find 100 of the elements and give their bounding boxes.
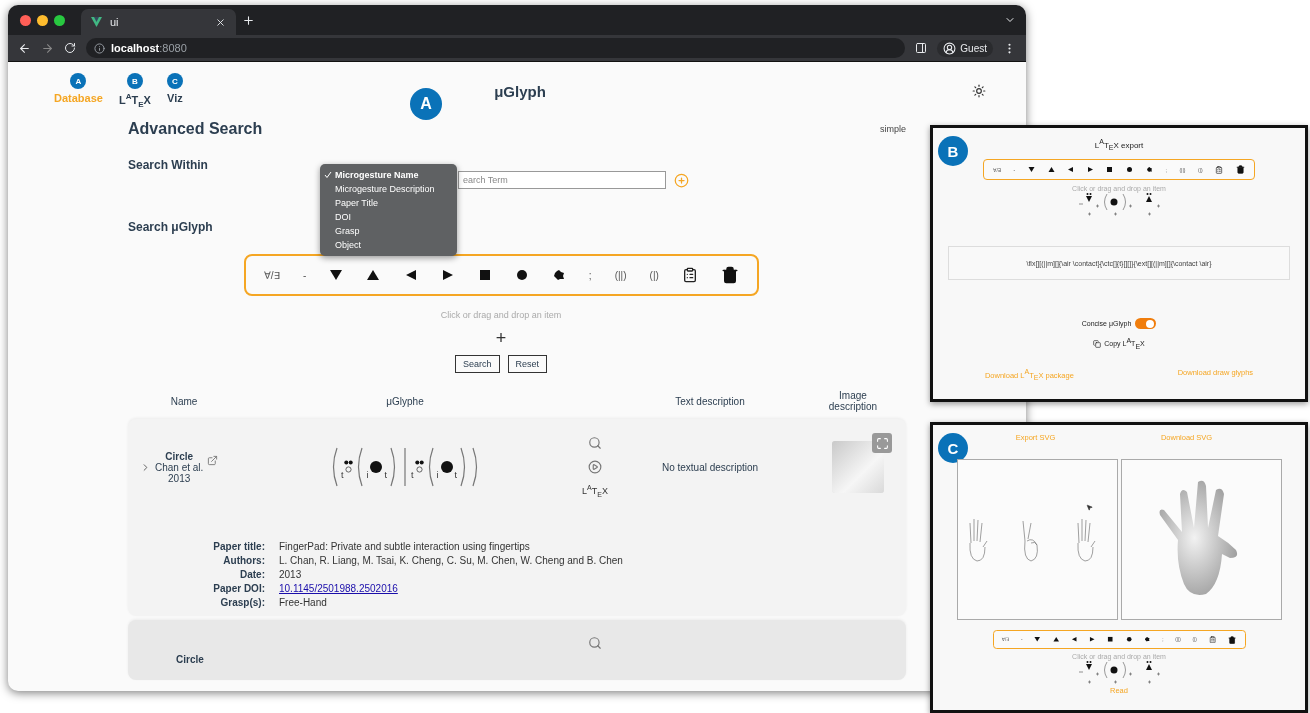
detail-label: Paper DOI: (212, 583, 265, 594)
circle-icon[interactable] (514, 268, 529, 282)
mode-link[interactable]: simple (880, 124, 906, 134)
triangle-right-icon[interactable] (1089, 636, 1096, 643)
minimize-window-button[interactable] (37, 14, 48, 26)
text-description: No textual description (660, 461, 760, 473)
blob-icon[interactable] (1143, 636, 1151, 643)
circle-icon[interactable] (1125, 636, 1133, 643)
nav-label: L$^{A}$T$_{E}$X (118, 92, 151, 109)
menu-item[interactable]: Grasp (320, 224, 457, 238)
glyph-subscript: t (340, 470, 344, 480)
trash-icon[interactable] (721, 266, 739, 284)
zoom-window-button[interactable] (54, 14, 65, 26)
doi-link[interactable]: 10.1145/2501988.2502016 (279, 583, 398, 594)
dots-ring-icon (414, 460, 424, 474)
back-icon[interactable] (18, 41, 31, 55)
close-icon[interactable] (215, 16, 226, 28)
triangle-up-icon[interactable] (1052, 636, 1059, 643)
add-item-button[interactable]: + (495, 328, 507, 349)
forward-icon[interactable] (41, 41, 54, 55)
palette-symbol[interactable]: ; (588, 269, 592, 281)
gesture-name: Circle (176, 654, 204, 665)
sun-icon[interactable] (972, 84, 986, 98)
detail-value: 2013 (279, 569, 303, 580)
search-button[interactable]: Search (454, 355, 500, 373)
browser-tab[interactable]: ui (81, 9, 236, 35)
nav-link[interactable]: B L$^{A}$T$_{E}$X (118, 73, 151, 109)
marker-badge: C (938, 433, 968, 463)
address-bar[interactable]: localhost:8080 (86, 38, 906, 58)
blob-icon[interactable] (551, 268, 566, 282)
clipboard-icon[interactable] (1208, 635, 1216, 644)
info-icon[interactable] (94, 42, 105, 54)
triangle-down-icon[interactable] (329, 268, 344, 282)
trash-icon[interactable] (1235, 165, 1245, 175)
palette-symbol[interactable]: - (303, 269, 307, 281)
triangle-down-icon[interactable] (1027, 166, 1035, 174)
triangle-left-icon[interactable] (1070, 636, 1078, 643)
palette-symbol[interactable]: (||) (614, 269, 627, 281)
square-icon[interactable] (477, 268, 492, 282)
expand-button[interactable] (872, 433, 892, 453)
profile-button[interactable]: Guest (937, 39, 993, 57)
side-panel-icon[interactable] (915, 42, 928, 54)
check-icon (324, 170, 332, 179)
nav-link[interactable]: A Database (54, 73, 103, 105)
reset-button[interactable]: Reset (507, 355, 547, 373)
clipboard-icon[interactable] (681, 267, 698, 283)
section-heading: Advanced Search (128, 120, 263, 138)
marker-badge: A (70, 73, 87, 90)
close-window-button[interactable] (20, 14, 31, 26)
clipboard-icon[interactable] (1215, 165, 1224, 174)
authors-text: Chan et al. (155, 461, 204, 473)
close-bracket-icon (390, 447, 398, 487)
drop-hint: Click or drag and drop an item (440, 310, 562, 320)
triangle-up-icon[interactable] (366, 268, 381, 282)
glyph-subscript: t (454, 470, 458, 480)
marker-badge: A (410, 88, 442, 120)
triangle-down-icon[interactable] (1034, 636, 1041, 643)
menu-item[interactable]: Microgesture Name (320, 168, 457, 182)
menu-item[interactable]: Paper Title (320, 196, 457, 210)
search-field[interactable]: earch Term (458, 171, 666, 189)
palette-symbol[interactable]: (|) (649, 269, 659, 281)
dots-ring-icon (344, 460, 354, 474)
play-icon[interactable] (588, 460, 602, 475)
detail-label: Grasp(s): (219, 597, 265, 608)
reload-icon[interactable] (64, 42, 76, 54)
search-within-label: Search Within (128, 158, 208, 172)
triangle-right-icon[interactable] (440, 268, 455, 282)
triangle-right-icon[interactable] (1086, 166, 1094, 174)
menu-item[interactable]: Microgesture Description (320, 182, 457, 196)
triangle-up-icon[interactable] (1047, 166, 1055, 174)
column-header: Image description (827, 390, 879, 412)
column-header: μGlyphe (386, 395, 424, 407)
new-tab-icon[interactable] (242, 13, 255, 27)
latex-button[interactable]: L$^{A}$T$_{E}$X (582, 484, 608, 498)
photo-placeholder (832, 441, 884, 493)
detail-value: L. Chan, R. Liang, M. Tsai, K. Cheng, C. Su, M. Chen, W. Cheng and B. Chen (279, 555, 624, 566)
gesture-name: Circle (165, 450, 194, 462)
expand-icon (875, 436, 889, 450)
external-link-icon[interactable] (207, 454, 219, 466)
search-icon[interactable] (588, 636, 602, 650)
search-glyph-label: Search μGlyph (128, 220, 213, 234)
circle-icon[interactable] (1126, 166, 1134, 174)
cursor-icon (1085, 504, 1093, 511)
address-text: localhost:8080 (111, 42, 187, 54)
palette-symbol[interactable]: ∀/∃ (264, 269, 280, 281)
blob-icon[interactable] (1145, 166, 1153, 174)
tab-title: ui (110, 16, 120, 28)
toggle-switch[interactable] (1135, 318, 1157, 330)
triangle-left-icon[interactable] (1067, 166, 1075, 174)
menu-item[interactable]: DOI (320, 210, 457, 224)
nav-link[interactable]: C Viz (166, 73, 183, 105)
user-icon (943, 41, 957, 55)
glyph-subscript: i (366, 470, 369, 480)
marker-badge: B (938, 136, 968, 166)
panel-title: L$^{A}$T$_{E}$X export (1094, 138, 1144, 152)
search-icon[interactable] (588, 436, 602, 451)
menu-item[interactable]: Object (320, 238, 457, 252)
trash-icon[interactable] (1227, 635, 1237, 644)
dot-icon (439, 460, 454, 474)
marker-badge: B (126, 73, 143, 90)
